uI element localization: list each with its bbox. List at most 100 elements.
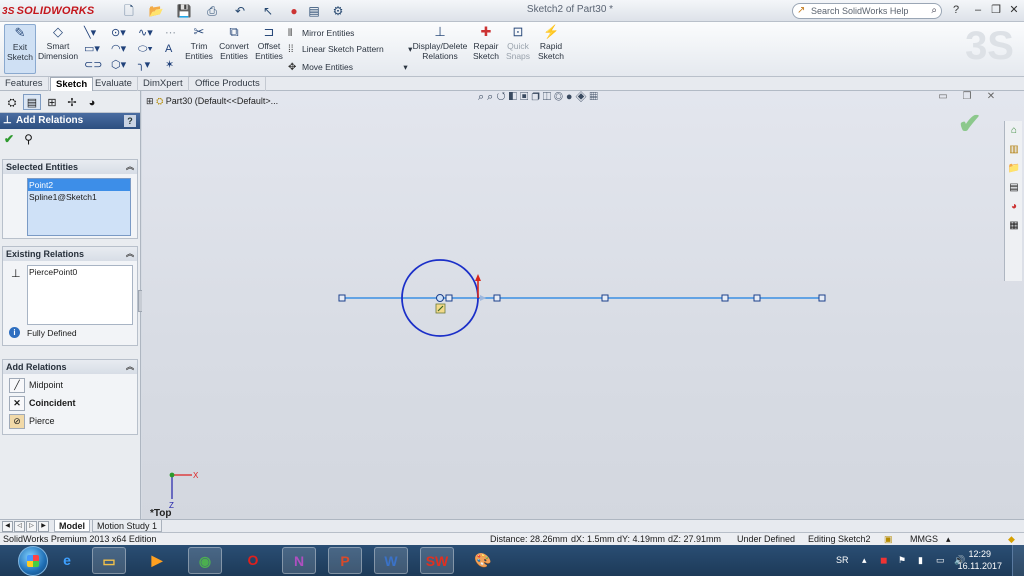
feature-manager-icon[interactable]: ⛭ <box>3 94 21 110</box>
smart-dimension-button[interactable]: ◇ Smart Dimension <box>38 24 78 61</box>
system-clock[interactable]: 12:29 16.11.2017 <box>958 548 1002 572</box>
solidworks-taskbar-icon[interactable]: SW <box>420 547 454 574</box>
tab-features[interactable]: Features <box>0 77 49 91</box>
onenote-icon[interactable]: N <box>282 547 316 574</box>
flag-icon[interactable]: ⚑ <box>898 545 906 576</box>
collapse-chevron-icon[interactable]: ︽ <box>126 360 134 374</box>
spline-point[interactable] <box>753 294 761 302</box>
help-button[interactable]: ? <box>124 115 136 127</box>
relation-coincident[interactable]: ✕ Coincident <box>9 395 76 412</box>
move-entities-button[interactable]: ✥ Move Entities ▾ <box>288 61 408 74</box>
paint-icon[interactable]: 🎨 <box>466 547 500 574</box>
graphics-area[interactable]: ⊞ ⛭ Part30 (Default<<Default>... ⌕⌕↺◧▣❒◫… <box>142 91 1024 519</box>
save-icon[interactable]: 💾 <box>176 3 192 19</box>
exit-sketch-button[interactable]: ✎ Exit Sketch <box>4 24 36 74</box>
internet-explorer-icon[interactable]: e <box>50 547 84 574</box>
minimize-icon[interactable]: – <box>972 3 984 17</box>
select-arrow-icon[interactable]: ↖ <box>260 3 276 19</box>
magnifier-icon[interactable]: ⌕ <box>931 4 937 18</box>
tray-expand-icon[interactable]: ▴ <box>862 545 867 576</box>
close-icon[interactable]: ✕ <box>1008 3 1020 17</box>
spline-point[interactable] <box>493 294 501 302</box>
chrome-icon[interactable]: ◉ <box>188 547 222 574</box>
ok-check-icon[interactable]: ✔ <box>4 132 18 146</box>
unit-system[interactable]: MMGS <box>910 533 938 545</box>
spline-icon[interactable]: ∿▾ <box>138 26 165 39</box>
existing-relations-header[interactable]: Existing Relations ︽ <box>3 247 137 261</box>
powerpoint-icon[interactable]: P <box>328 547 362 574</box>
repair-sketch-button[interactable]: ✚ Repair Sketch <box>472 24 500 61</box>
file-explorer-icon[interactable]: ▭ <box>92 547 126 574</box>
tab-office-products[interactable]: Office Products <box>190 77 266 91</box>
undo-icon[interactable]: ↶ <box>232 3 248 19</box>
rapid-sketch-button[interactable]: ⚡ Rapid Sketch <box>536 24 566 61</box>
relation-midpoint[interactable]: ╱ Midpoint <box>9 377 63 394</box>
linear-sketch-pattern-button[interactable]: ⁞⁞ Linear Sketch Pattern ▾ <box>288 43 412 56</box>
restore-icon[interactable]: ❐ <box>990 3 1002 17</box>
existing-relations-list[interactable]: PiercePoint0 <box>27 265 133 325</box>
language-indicator[interactable]: SR <box>836 545 849 576</box>
property-manager-icon[interactable]: ▤ <box>23 94 41 110</box>
tab-motion-study[interactable]: Motion Study 1 <box>92 520 163 532</box>
collapse-chevron-icon[interactable]: ︽ <box>126 160 134 174</box>
arc-icon[interactable]: ◠▾ <box>111 42 138 55</box>
opera-icon[interactable]: O <box>236 547 270 574</box>
spline-point[interactable] <box>818 294 826 302</box>
selected-entities-header[interactable]: Selected Entities ︽ <box>3 160 137 174</box>
line-icon[interactable]: ╲▾ <box>84 26 111 39</box>
polygon-icon[interactable]: ⬡▾ <box>111 58 138 71</box>
mirror-entities-button[interactable]: ⫴ Mirror Entities <box>288 27 354 40</box>
network-icon[interactable]: ▮ <box>918 545 923 576</box>
tab-evaluate[interactable]: Evaluate <box>90 77 138 91</box>
new-document-icon[interactable]: 🗋 <box>121 3 137 19</box>
start-button[interactable] <box>18 546 48 576</box>
pushpin-icon[interactable]: ⚲ <box>24 132 38 146</box>
quick-snaps-button[interactable]: ⊡ Quick Snaps <box>504 24 532 61</box>
file-properties-icon[interactable]: ▤ <box>306 3 322 19</box>
list-item[interactable]: PiercePoint0 <box>28 266 132 278</box>
slot-icon[interactable]: ⊂⊃ <box>84 58 111 71</box>
collapse-chevron-icon[interactable]: ︽ <box>126 247 134 261</box>
offset-entities-button[interactable]: ⊐ Offset Entities <box>254 24 284 61</box>
relation-pierce[interactable]: ⊘ Pierce <box>9 413 55 430</box>
rectangle-icon[interactable]: ▭▾ <box>84 42 111 55</box>
next-tab-icon[interactable]: ▷ <box>26 521 37 532</box>
spline-point[interactable] <box>445 294 453 302</box>
convert-entities-button[interactable]: ⧉ Convert Entities <box>216 24 252 61</box>
solidworks-logo[interactable]: 3S SOLIDWORKS <box>2 2 94 20</box>
media-player-icon[interactable]: ▶ <box>140 547 174 574</box>
circle-icon[interactable]: ⊙▾ <box>111 26 138 39</box>
unit-dropdown-icon[interactable]: ▴ <box>946 533 951 545</box>
battery-icon[interactable]: ▭ <box>936 545 945 576</box>
dimxpert-manager-icon[interactable]: ✢ <box>63 94 81 110</box>
last-tab-icon[interactable]: ▶ <box>38 521 49 532</box>
first-tab-icon[interactable]: ◀ <box>2 521 13 532</box>
tooltip-bubble-icon[interactable]: ◆ <box>1008 533 1015 545</box>
open-folder-icon[interactable]: 📂 <box>148 3 164 19</box>
list-item[interactable]: Spline1@Sketch1 <box>28 191 130 203</box>
configuration-manager-icon[interactable]: ⊞ <box>43 94 61 110</box>
spline-point[interactable] <box>721 294 729 302</box>
selected-entities-list[interactable]: Point2 Spline1@Sketch1 <box>27 178 131 236</box>
tab-dimxpert[interactable]: DimXpert <box>138 77 189 91</box>
display-manager-icon[interactable]: ◕ <box>83 94 101 110</box>
sketch-canvas[interactable] <box>142 91 1024 519</box>
trim-entities-button[interactable]: ✂ Trim Entities <box>184 24 214 61</box>
rebuild-icon[interactable]: ● <box>286 3 302 19</box>
spline-point[interactable] <box>338 294 346 302</box>
fillet-icon[interactable]: ╮▾ <box>138 58 165 71</box>
word-icon[interactable]: W <box>374 547 408 574</box>
tab-sketch[interactable]: Sketch <box>50 77 94 91</box>
list-item[interactable]: Point2 <box>28 179 130 191</box>
help-search-input[interactable]: ↗ Search SolidWorks Help ⌕ <box>792 3 942 19</box>
tab-model[interactable]: Model <box>54 520 90 532</box>
add-relations-header[interactable]: Add Relations ︽ <box>3 360 137 374</box>
tray-app-icon[interactable]: ◼ <box>880 545 887 576</box>
ellipse-icon[interactable]: ⬭▾ <box>138 43 165 56</box>
print-icon[interactable]: ⎙ <box>204 3 220 19</box>
prev-tab-icon[interactable]: ◁ <box>14 521 25 532</box>
options-gear-icon[interactable]: ⚙ <box>330 3 346 19</box>
display-delete-relations-button[interactable]: ⊥ Display/Delete Relations <box>412 24 468 61</box>
point2-center[interactable] <box>436 294 444 302</box>
help-question-icon[interactable]: ? <box>950 3 962 17</box>
